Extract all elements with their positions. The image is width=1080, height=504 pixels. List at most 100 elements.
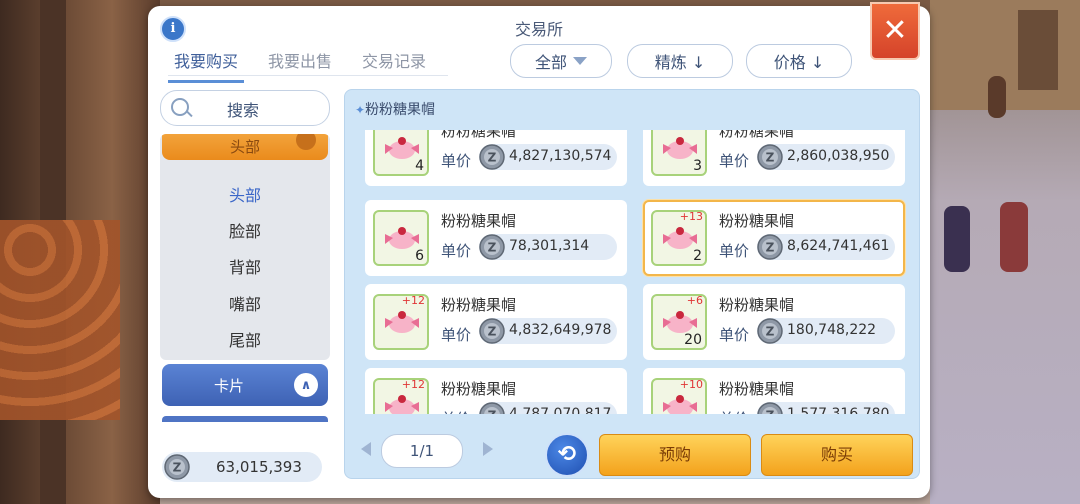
card-category-button[interactable]: 卡片 ∧: [162, 364, 328, 406]
npc-character[interactable]: [988, 76, 1006, 118]
price-sort-label: 价格 ↓: [773, 53, 825, 72]
item-thumbnail: 3: [651, 130, 707, 176]
svg-text:Z: Z: [766, 241, 775, 255]
zeny-coin-icon: Z: [757, 318, 783, 344]
price-value: 4,787,070,817: [509, 406, 612, 414]
candy-hat-icon: [385, 395, 419, 414]
listing-item-selected[interactable]: +13 2 粉粉糖果帽 单价 Z 8,624,741,461: [643, 200, 905, 276]
tab-bar: 我要购买 我要出售 交易记录: [168, 46, 432, 83]
svg-text:Z: Z: [766, 409, 775, 415]
zeny-balance: Z 63,015,393: [162, 452, 322, 482]
item-thumbnail: +13 2: [651, 210, 707, 266]
price-value: 180,748,222: [787, 322, 877, 338]
price-label: 单价: [719, 152, 750, 170]
page-indicator: 1/1: [381, 434, 463, 468]
listing-item[interactable]: +12 粉粉糖果帽 单价 Z 4,787,070,817: [365, 368, 627, 414]
svg-text:Z: Z: [173, 461, 182, 475]
category-item-back[interactable]: 背部: [160, 254, 330, 278]
category-item-mouth[interactable]: 嘴部: [160, 291, 330, 315]
item-price: Z 2,860,038,950: [757, 144, 895, 170]
price-label: 单价: [719, 242, 750, 260]
price-value: 4,832,649,978: [509, 322, 612, 338]
refine-sort-label: 精炼 ↓: [654, 53, 706, 72]
price-sort-button[interactable]: 价格 ↓: [746, 44, 852, 78]
price-value: 8,624,741,461: [787, 238, 890, 254]
item-price: Z 8,624,741,461: [757, 234, 895, 260]
tab-divider: [168, 75, 448, 76]
game-background-left: [0, 0, 160, 504]
card-category-label: 卡片: [214, 377, 245, 395]
zeny-coin-icon: Z: [757, 144, 783, 170]
listing-panel: ✦ 粉粉糖果帽 4 粉粉糖果帽 单价 Z 4,827,130,574 3 粉粉糖果…: [344, 89, 920, 479]
category-header-label: 头部: [229, 138, 260, 156]
category-item-face[interactable]: 脸部: [160, 218, 330, 242]
listing-item[interactable]: 4 粉粉糖果帽 单价 Z 4,827,130,574: [365, 130, 627, 186]
category-item-head[interactable]: 头部: [160, 182, 330, 206]
zeny-coin-icon: Z: [479, 234, 505, 260]
sparkle-icon: ✦: [355, 103, 366, 117]
zeny-coin-icon: Z: [757, 402, 783, 414]
item-name: 粉粉糖果帽: [441, 296, 517, 314]
zeny-coin-icon: Z: [479, 144, 505, 170]
tab-buy[interactable]: 我要购买: [168, 46, 245, 83]
zeny-coin-icon: Z: [479, 318, 505, 344]
building-door: [1018, 10, 1058, 90]
item-price: Z 4,787,070,817: [479, 402, 617, 414]
category-item-tail[interactable]: 尾部: [160, 327, 330, 351]
listing-item[interactable]: 3 粉粉糖果帽 单价 Z 2,860,038,950: [643, 130, 905, 186]
tab-sell[interactable]: 我要出售: [262, 46, 338, 83]
buy-button[interactable]: 购买: [761, 434, 913, 476]
candy-hat-icon: [663, 395, 697, 414]
price-label: 单价: [441, 326, 472, 344]
refine-sort-button[interactable]: 精炼 ↓: [627, 44, 733, 78]
listing-item[interactable]: +6 20 粉粉糖果帽 单价 Z 180,748,222: [643, 284, 905, 360]
price-label: 单价: [719, 326, 750, 344]
item-thumbnail: +6 20: [651, 294, 707, 350]
listing-item[interactable]: +12 粉粉糖果帽 单价 Z 4,832,649,978: [365, 284, 627, 360]
refine-level: +10: [679, 378, 703, 391]
player-character[interactable]: [944, 206, 970, 272]
tab-history[interactable]: 交易记录: [356, 46, 432, 83]
refresh-button[interactable]: ⟲: [545, 433, 589, 477]
next-page-icon[interactable]: [483, 442, 493, 456]
category-header-headwear[interactable]: 头部: [162, 134, 328, 160]
preorder-label: 预购: [658, 445, 691, 464]
preorder-button[interactable]: 预购: [599, 434, 751, 476]
item-name: 粉粉糖果帽: [719, 380, 795, 398]
item-thumbnail: 6: [373, 210, 429, 266]
close-button[interactable]: ✕: [870, 2, 920, 60]
search-label: 搜索: [227, 101, 260, 120]
player-character[interactable]: [1000, 202, 1028, 272]
category-dropdown[interactable]: 全部: [510, 44, 612, 78]
price-label: 单价: [441, 152, 472, 170]
listing-item[interactable]: 6 粉粉糖果帽 单价 Z 78,301,314: [365, 200, 627, 276]
item-name: 粉粉糖果帽: [441, 380, 517, 398]
exchange-panel: i 交易所 ✕ 我要购买 我要出售 交易记录 全部 精炼 ↓ 价格 ↓ 搜索 头…: [148, 2, 930, 498]
svg-text:Z: Z: [488, 151, 497, 165]
price-label: 单价: [719, 408, 749, 414]
zeny-coin-icon: Z: [757, 234, 783, 260]
item-thumbnail: +12: [373, 378, 429, 414]
item-quantity: 6: [415, 248, 424, 264]
item-thumbnail: +10: [651, 378, 707, 414]
collapse-knob-icon: [296, 134, 316, 150]
svg-text:Z: Z: [766, 151, 775, 165]
price-value: 4,827,130,574: [509, 148, 612, 164]
item-price: Z 4,832,649,978: [479, 318, 617, 344]
item-name: 粉粉糖果帽: [719, 130, 795, 140]
price-value: 1,577,316,780: [787, 406, 890, 414]
search-button[interactable]: 搜索: [160, 90, 330, 126]
price-label: 单价: [441, 242, 472, 260]
price-value: 78,301,314: [509, 238, 590, 254]
prev-page-icon[interactable]: [361, 442, 371, 456]
price-label: 单价: [441, 408, 471, 414]
svg-text:Z: Z: [488, 325, 497, 339]
next-category-bar[interactable]: [162, 416, 328, 422]
buy-label: 购买: [820, 445, 853, 464]
zeny-coin-icon: Z: [164, 454, 190, 480]
listing-item[interactable]: +10 粉粉糖果帽 单价 Z 1,577,316,780: [643, 368, 905, 414]
window-title: 交易所: [514, 20, 563, 39]
chevron-up-icon: ∧: [294, 373, 318, 397]
item-name: 粉粉糖果帽: [441, 212, 517, 230]
svg-text:Z: Z: [488, 241, 497, 255]
